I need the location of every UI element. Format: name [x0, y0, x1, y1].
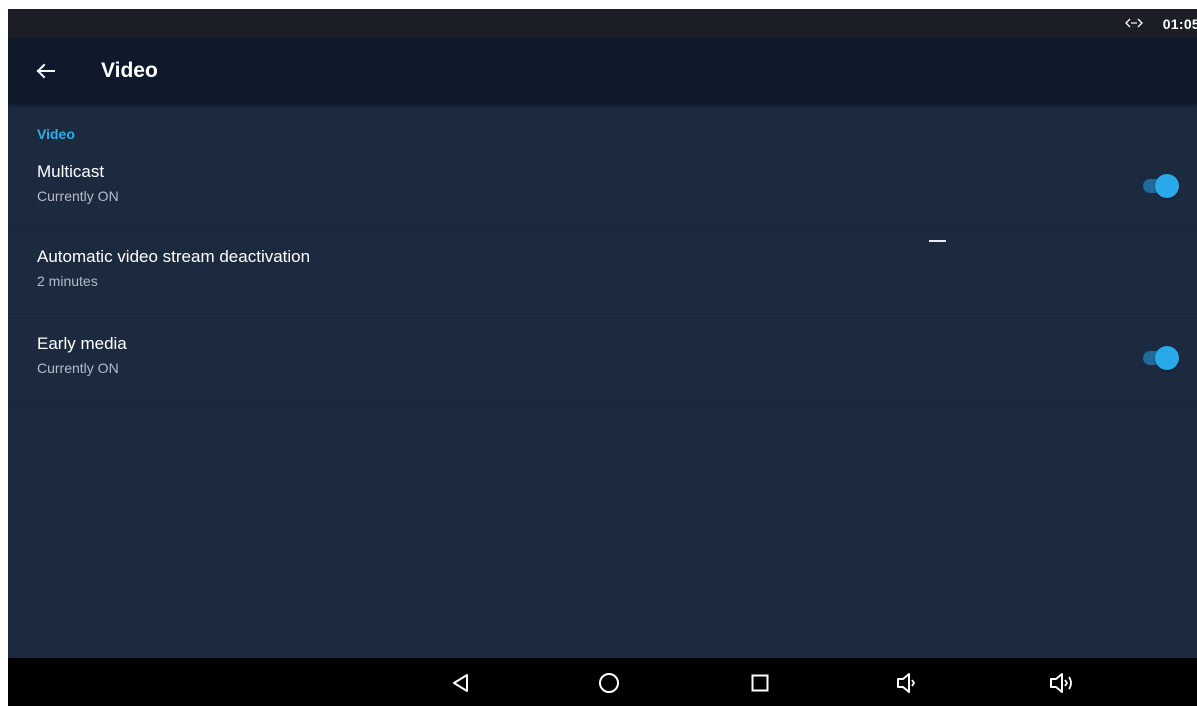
status-bar: 01:05 [8, 9, 1197, 38]
early-media-toggle[interactable] [1143, 346, 1179, 370]
volume-up-icon [1050, 673, 1072, 693]
multicast-toggle[interactable] [1143, 174, 1179, 198]
home-circle-icon [599, 673, 619, 693]
pref-summary: Currently ON [37, 360, 119, 376]
cursor-mark [929, 240, 946, 242]
pref-auto-video-deactivation[interactable]: Automatic video stream deactivation 2 mi… [8, 228, 1197, 315]
pref-title: Multicast [37, 162, 105, 181]
section-header: Video [8, 104, 1197, 154]
arrow-left-icon [36, 63, 55, 79]
page-title: Video [101, 59, 158, 82]
data-transfer-icon [1125, 18, 1143, 28]
status-clock: 01:05 [1162, 16, 1197, 32]
section-header-label: Video [37, 126, 75, 142]
nav-back-button[interactable] [446, 668, 476, 698]
back-button[interactable] [28, 54, 62, 88]
pref-summary: Currently ON [37, 188, 119, 204]
android-screen: 01:05 Video Video Multicast Currently ON… [8, 9, 1197, 706]
preferences-list: Video Multicast Currently ON Automatic v… [8, 104, 1197, 402]
pref-early-media[interactable]: Early media Currently ON [8, 315, 1197, 402]
toggle-thumb [1155, 346, 1179, 370]
pref-title: Early media [37, 334, 127, 353]
navigation-bar [8, 658, 1197, 706]
recents-square-icon [751, 674, 769, 692]
pref-multicast[interactable]: Multicast Currently ON [8, 148, 1197, 228]
volume-up-button[interactable] [1048, 668, 1078, 698]
pref-summary: 2 minutes [37, 273, 98, 289]
nav-home-button[interactable] [594, 668, 624, 698]
app-bar: Video [8, 38, 1197, 104]
volume-down-button[interactable] [893, 668, 923, 698]
back-triangle-icon [453, 674, 468, 692]
nav-recents-button[interactable] [745, 668, 775, 698]
toggle-thumb [1155, 174, 1179, 198]
pref-title: Automatic video stream deactivation [37, 247, 311, 266]
volume-down-icon [897, 673, 916, 693]
